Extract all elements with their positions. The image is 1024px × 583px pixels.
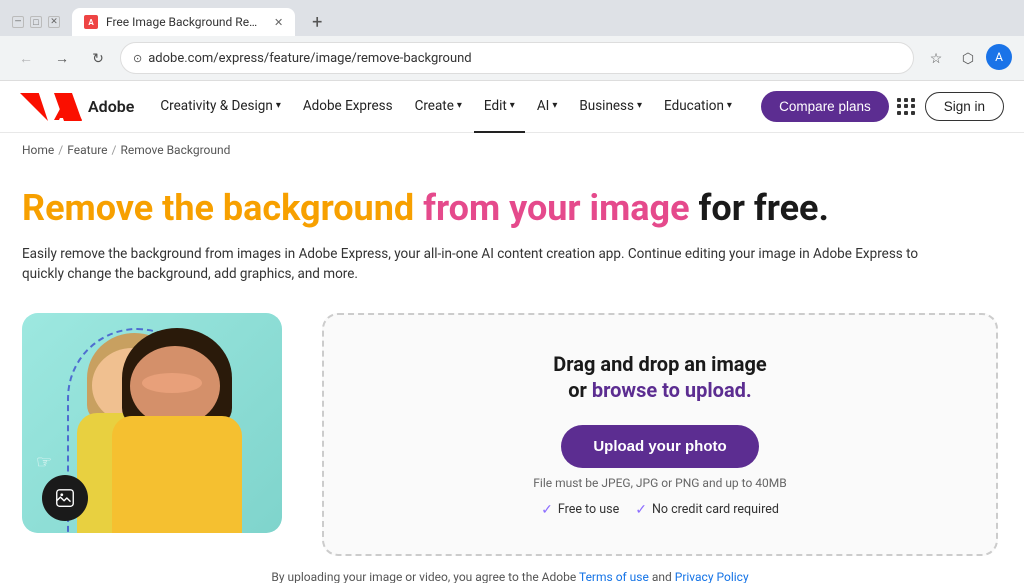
nav-cta-area: Compare plans — [761, 91, 889, 122]
content-area: ☞ Drag and drop an image or browse t — [22, 313, 998, 556]
browser-titlebar: — □ ✕ A Free Image Background Remo... ✕ … — [0, 0, 1024, 36]
sign-in-button[interactable]: Sign in — [925, 92, 1004, 121]
browser-toolbar: ← → ↻ ⊙ adobe.com/express/feature/image/… — [0, 36, 1024, 80]
address-url: adobe.com/express/feature/image/remove-b… — [148, 51, 901, 66]
maximize-button[interactable]: □ — [30, 16, 42, 28]
breadcrumb-current: Remove Background — [120, 143, 230, 157]
upload-browse-link[interactable]: browse to upload. — [592, 378, 752, 402]
nav-education[interactable]: Education ▾ — [654, 81, 742, 133]
page-content: Adobe Creativity & Design ▾ Adobe Expres… — [0, 81, 1024, 583]
apps-grid-icon[interactable] — [897, 98, 915, 116]
nav-right: Sign in — [897, 92, 1004, 121]
hero-title-pink: from your image — [423, 187, 689, 229]
upload-badges: ✓ Free to use ✓ No credit card required — [541, 502, 779, 518]
check-icon-1: ✓ — [541, 502, 553, 518]
hero-title-orange: Remove the background — [22, 187, 423, 229]
check-icon-2: ✓ — [635, 502, 647, 518]
chevron-down-icon: ▾ — [552, 100, 557, 111]
tab-title: Free Image Background Remo... — [106, 15, 266, 29]
footer-and: and — [652, 570, 672, 583]
adobe-nav: Adobe Creativity & Design ▾ Adobe Expres… — [0, 81, 1024, 133]
upload-file-note: File must be JPEG, JPG or PNG and up to … — [533, 476, 786, 490]
upload-dropzone[interactable]: Drag and drop an image or browse to uplo… — [322, 313, 998, 556]
adobe-a-logo — [54, 93, 82, 121]
window-controls: — □ ✕ — [12, 16, 60, 28]
nav-creativity-design[interactable]: Creativity & Design ▾ — [150, 81, 291, 133]
back-button[interactable]: ← — [12, 44, 40, 72]
footer-text: By uploading your image or video, you ag… — [271, 570, 576, 583]
close-button[interactable]: ✕ — [48, 16, 60, 28]
tab-favicon: A — [84, 15, 98, 29]
chevron-down-icon: ▾ — [276, 100, 281, 111]
chevron-down-icon: ▾ — [727, 100, 732, 111]
hero-title: Remove the background from your image fo… — [22, 187, 998, 230]
extensions-button[interactable]: ⬡ — [954, 44, 982, 72]
image-preview: ☞ — [22, 313, 282, 533]
no-credit-card-badge: ✓ No credit card required — [635, 502, 779, 518]
main-content: Remove the background from your image fo… — [0, 167, 1020, 583]
tab-close-button[interactable]: ✕ — [274, 16, 283, 29]
bookmark-button[interactable]: ☆ — [922, 44, 950, 72]
breadcrumb-sep-2: / — [112, 143, 117, 157]
toolbar-actions: ☆ ⬡ A — [922, 44, 1012, 72]
nav-menu: Creativity & Design ▾ Adobe Express Crea… — [150, 81, 753, 133]
nav-edit[interactable]: Edit ▾ — [474, 81, 525, 133]
chevron-down-icon: ▾ — [510, 100, 515, 111]
upload-footer: By uploading your image or video, you ag… — [22, 570, 998, 583]
browser-tab[interactable]: A Free Image Background Remo... ✕ — [72, 8, 295, 36]
breadcrumb-home-link[interactable]: Home — [22, 143, 54, 157]
browser-chrome: — □ ✕ A Free Image Background Remo... ✕ … — [0, 0, 1024, 81]
nav-adobe-express[interactable]: Adobe Express — [293, 81, 403, 133]
free-to-use-badge: ✓ Free to use — [541, 502, 619, 518]
privacy-policy-link[interactable]: Privacy Policy — [675, 570, 749, 583]
refresh-button[interactable]: ↻ — [84, 44, 112, 72]
upload-photo-button[interactable]: Upload your photo — [561, 425, 758, 468]
upload-drag-text: Drag and drop an image or browse to uplo… — [553, 351, 766, 403]
nav-ai[interactable]: AI ▾ — [527, 81, 568, 133]
address-bar[interactable]: ⊙ adobe.com/express/feature/image/remove… — [120, 42, 914, 74]
badge2-label: No credit card required — [652, 502, 779, 517]
adobe-logo-icon — [20, 93, 48, 121]
image-icon — [54, 487, 76, 509]
badge1-label: Free to use — [558, 502, 619, 517]
photo-simulation: ☞ — [22, 313, 282, 533]
terms-of-use-link[interactable]: Terms of use — [579, 570, 649, 583]
profile-avatar[interactable]: A — [986, 44, 1012, 70]
adobe-wordmark: Adobe — [88, 97, 134, 116]
breadcrumb-feature-link[interactable]: Feature — [67, 143, 107, 157]
new-tab-button[interactable]: + — [303, 8, 331, 36]
breadcrumb-sep-1: / — [58, 143, 63, 157]
minimize-button[interactable]: — — [12, 16, 24, 28]
breadcrumb: Home / Feature / Remove Background — [0, 133, 1024, 167]
forward-button[interactable]: → — [48, 44, 76, 72]
photo-badge — [42, 475, 88, 521]
nav-business[interactable]: Business ▾ — [569, 81, 652, 133]
hero-title-dark: for free. — [699, 187, 829, 229]
chevron-down-icon: ▾ — [637, 100, 642, 111]
cursor-icon: ☞ — [36, 452, 52, 473]
security-icon: ⊙ — [133, 52, 142, 65]
compare-plans-button[interactable]: Compare plans — [761, 91, 889, 122]
chevron-down-icon: ▾ — [457, 100, 462, 111]
hero-subtitle: Easily remove the background from images… — [22, 244, 922, 285]
adobe-logo[interactable]: Adobe — [20, 93, 134, 121]
nav-create[interactable]: Create ▾ — [405, 81, 472, 133]
